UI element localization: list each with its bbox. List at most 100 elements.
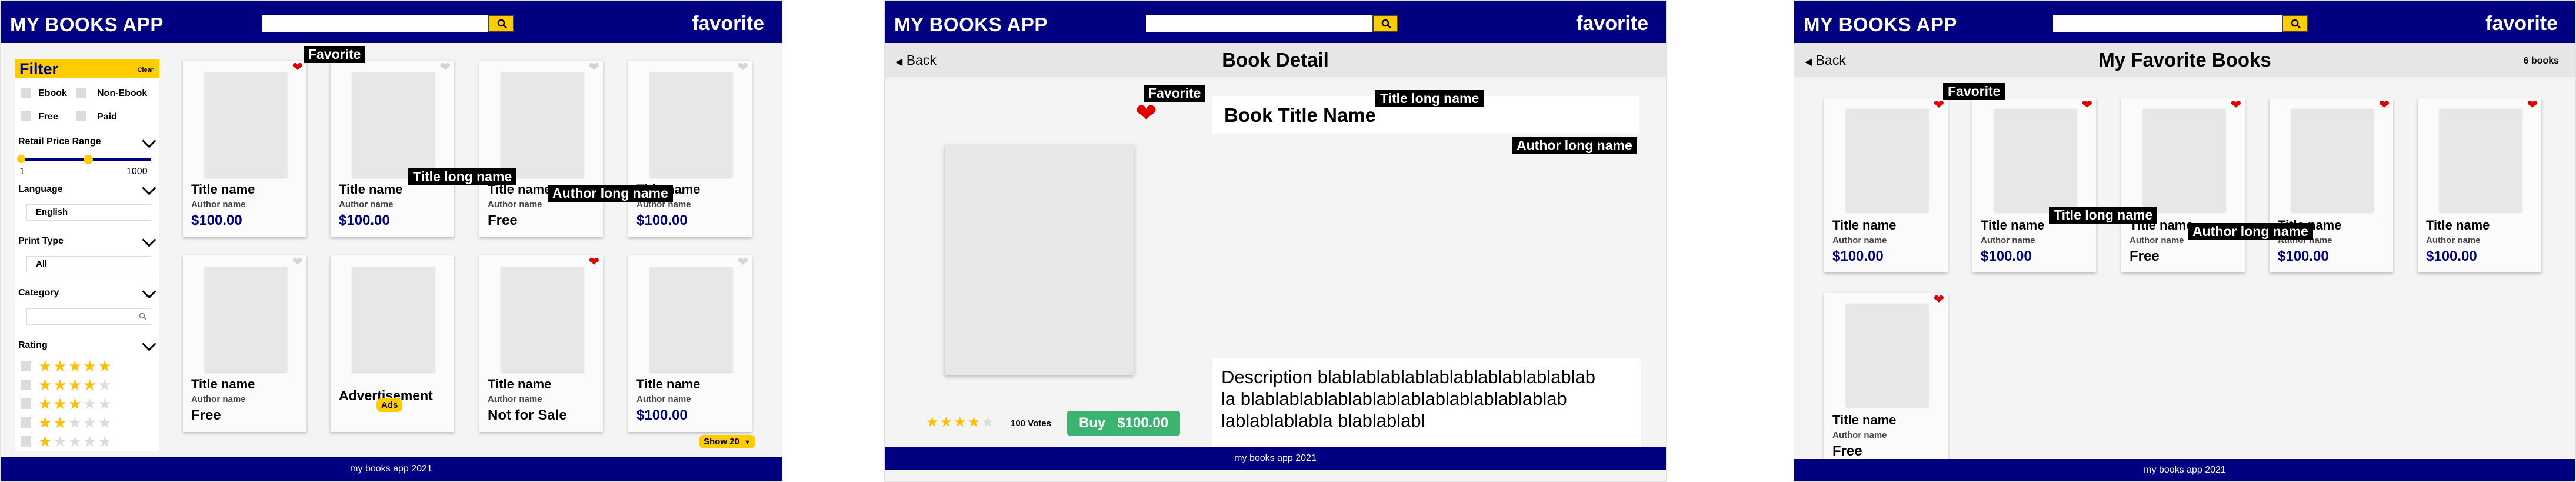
price-slider-min-handle[interactable]	[17, 155, 25, 163]
heart-icon[interactable]: ❤	[2231, 98, 2241, 111]
card-title: Title name	[191, 182, 255, 197]
book-card[interactable]: ❤Title nameAuthor name$100.00	[628, 61, 752, 237]
rating-stars[interactable]: ★★★★★	[38, 434, 113, 449]
price-min-value: 1	[19, 167, 25, 177]
card-title: Title name	[191, 377, 255, 391]
vote-count: 100 Votes	[1011, 418, 1051, 428]
card-price: $100.00	[636, 407, 688, 423]
search-input[interactable]	[262, 15, 488, 32]
favorite-link[interactable]: favorite	[1576, 12, 1648, 35]
search-input[interactable]	[1146, 15, 1372, 32]
book-card[interactable]: ❤Title nameAuthor name$100.00	[1972, 98, 2096, 272]
rating-stars[interactable]: ★★★★★	[38, 358, 113, 374]
rating-checkbox[interactable]	[21, 380, 31, 390]
rating-checkbox[interactable]	[21, 417, 31, 428]
favorite-link[interactable]: favorite	[692, 12, 764, 35]
favorites-screen: MY BOOKS APP favorite ◀ Back My Favorite…	[1794, 0, 2576, 482]
book-cover	[205, 267, 287, 372]
favorite-annotation: Favorite	[1943, 83, 2005, 100]
card-author: Author name	[191, 200, 246, 210]
author-long-annotation: Author long name	[1512, 137, 1637, 154]
filter-clear-button[interactable]: Clear	[137, 67, 154, 74]
search-button[interactable]	[488, 15, 514, 32]
chevron-down-icon[interactable]	[142, 181, 156, 195]
book-cover	[501, 267, 584, 372]
heart-icon[interactable]: ❤	[589, 255, 599, 268]
heart-icon[interactable]: ❤	[1934, 293, 1944, 306]
search-icon[interactable]	[138, 312, 148, 321]
author-long-annotation: Author long name	[548, 185, 673, 202]
heart-icon[interactable]: ❤	[1135, 101, 1157, 127]
non-ebook-label: Non-Ebook	[97, 88, 148, 98]
heart-icon[interactable]: ❤	[2527, 98, 2538, 111]
sub-header: ◀ Back My Favorite Books 6 books	[1794, 43, 2575, 77]
search-button[interactable]	[1372, 15, 1398, 32]
book-detail-screen: MY BOOKS APP favorite ◀ Back Book Detail…	[884, 0, 1667, 482]
print-type-select[interactable]: All	[26, 256, 151, 272]
book-card[interactable]: ❤ Title name Author name Not for Sale	[479, 255, 603, 432]
book-card[interactable]: ❤ Title name Author name $100.00	[1824, 98, 1948, 272]
top-bar: MY BOOKS APP favorite	[885, 1, 1666, 43]
rating-stars[interactable]: ★★★★★	[38, 415, 113, 430]
book-card[interactable]: ❤Title nameAuthor name$100.00	[628, 255, 752, 432]
app-title: MY BOOKS APP	[10, 14, 164, 35]
heart-icon[interactable]: ❤	[1934, 98, 1944, 111]
card-title: Title name	[1832, 218, 1897, 232]
rating-checkbox[interactable]	[21, 361, 31, 371]
book-card[interactable]: ❤ Title name Author name Free	[1824, 293, 1948, 467]
card-price: $100.00	[1981, 248, 2032, 264]
favorite-link[interactable]: favorite	[2485, 12, 2558, 35]
sub-header: ◀ Back Book Detail	[885, 43, 1666, 77]
book-cover	[1994, 109, 2077, 212]
chevron-down-icon[interactable]	[142, 232, 156, 247]
footer: my books app 2021	[1, 457, 782, 481]
book-card[interactable]: ❤Title nameAuthor name$100.00	[331, 61, 454, 237]
rating-stars[interactable]: ★★★★★	[38, 396, 113, 411]
chevron-down-icon[interactable]	[142, 134, 156, 148]
heart-icon[interactable]: ❤	[738, 61, 748, 74]
rating-checkbox[interactable]	[21, 436, 31, 447]
book-card[interactable]: ❤ Title name Author name Free	[479, 61, 603, 237]
language-select[interactable]: English	[26, 204, 151, 221]
search-input[interactable]	[2053, 15, 2284, 32]
heart-icon[interactable]: ❤	[2379, 98, 2390, 111]
search-button[interactable]	[2282, 15, 2308, 32]
heart-icon[interactable]: ❤	[589, 61, 599, 74]
card-price: $100.00	[1832, 248, 1884, 264]
heart-icon[interactable]: ❤	[2082, 98, 2092, 111]
rating-checkbox[interactable]	[21, 398, 31, 409]
category-search-input[interactable]	[26, 308, 151, 325]
buy-button[interactable]: Buy $100.00	[1067, 411, 1180, 436]
heart-icon[interactable]: ❤	[292, 255, 303, 268]
app-title: MY BOOKS APP	[1804, 14, 1957, 35]
book-card[interactable]: ❤ Title name Author name Free	[183, 255, 306, 432]
card-price: Free	[1832, 443, 1862, 459]
card-author: Author name	[191, 394, 246, 404]
price-slider-max-handle[interactable]	[84, 155, 94, 164]
heart-icon[interactable]: ❤	[292, 61, 303, 74]
book-cover	[352, 267, 435, 372]
card-author: Author name	[2426, 235, 2481, 245]
card-author: Author name	[1832, 430, 1887, 440]
non-ebook-checkbox[interactable]	[76, 88, 86, 98]
card-author: Author name	[1832, 235, 1887, 245]
paid-checkbox[interactable]	[76, 111, 86, 121]
rating-stars[interactable]: ★★★★★	[38, 377, 113, 393]
book-card[interactable]: ❤ Title name Author name Free	[2121, 98, 2245, 272]
chevron-down-icon: ▼	[744, 439, 751, 446]
book-card[interactable]: ❤Title nameAuthor name$100.00	[2270, 98, 2393, 272]
chevron-down-icon[interactable]	[142, 337, 156, 351]
card-price: Free	[488, 212, 518, 228]
book-card[interactable]: ❤Title nameAuthor name$100.00	[183, 61, 306, 237]
ebook-checkbox[interactable]	[21, 88, 31, 98]
chevron-down-icon[interactable]	[142, 284, 156, 299]
card-price: Not for Sale	[488, 407, 567, 423]
heart-icon[interactable]: ❤	[738, 255, 748, 268]
title-long-annotation: Title long name	[408, 168, 517, 185]
ads-badge: Ads	[376, 398, 403, 412]
heart-icon[interactable]: ❤	[440, 61, 451, 74]
book-card[interactable]: Advertisement Ads	[331, 255, 454, 432]
book-card[interactable]: ❤Title nameAuthor name$100.00	[2418, 98, 2541, 272]
free-checkbox[interactable]	[21, 111, 31, 121]
show-count-select[interactable]: Show 20 ▼	[699, 435, 755, 448]
